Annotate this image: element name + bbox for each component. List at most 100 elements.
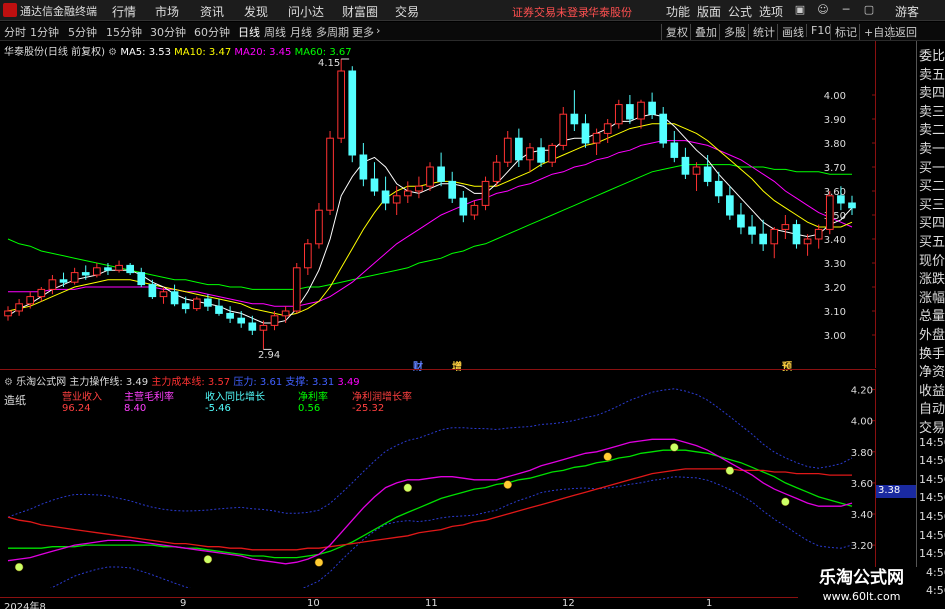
quote-panel[interactable]: 委比 卖五 卖四 卖三 卖二 卖一 买一 买二 买三 买四 买五 现价 涨跌 涨幅 总量 外盘 换手 净资 收益 自动… [916, 41, 945, 609]
netgrowth-block: 净利润增长率 -25.32 [352, 392, 412, 414]
menu-shichang[interactable]: 市场 [155, 3, 179, 20]
candle-body [825, 195, 834, 230]
sub-tick-label: 3.80 [851, 448, 873, 459]
candle-body [381, 190, 390, 204]
quote-panel-item[interactable]: 卖四 [919, 82, 945, 101]
quote-panel-item[interactable]: 买一 [919, 157, 945, 176]
tab-more[interactable]: 更多 [352, 24, 374, 40]
menu-wenxiaoda[interactable]: 问小达 [288, 3, 324, 20]
quote-panel-item[interactable]: 买二 [919, 175, 945, 194]
quote-panel-item[interactable]: 买四 [919, 212, 945, 231]
skin-icon[interactable]: ▣ [792, 2, 808, 18]
candle-body [814, 228, 823, 240]
login-warning[interactable]: 证券交易未登录 [512, 4, 589, 20]
candle-body [626, 104, 634, 120]
menu-jiaoyi[interactable]: 交易 [395, 3, 419, 20]
candle-body [359, 154, 368, 180]
more-arrow-icon[interactable]: › [376, 24, 380, 37]
tab-60min[interactable]: 60分钟 [194, 24, 230, 40]
tool-duogu[interactable]: 多股 [719, 24, 746, 40]
quote-panel-item[interactable]: 涨跌 [919, 268, 945, 287]
quote-panel-item[interactable]: 卖二 [919, 119, 945, 138]
candle-body [726, 195, 734, 216]
quote-panel-item[interactable]: 收益 [919, 380, 945, 399]
quote-panel-item[interactable]: 委比 [919, 45, 945, 64]
sector-label: 造纸 [4, 394, 26, 407]
tool-fuquan[interactable]: 复权 [661, 24, 688, 40]
menu-gongneng[interactable]: 功能 [666, 3, 690, 20]
tool-f10[interactable]: F10 [806, 24, 831, 37]
quote-panel-item[interactable]: 14:56 [919, 529, 945, 542]
quote-panel-item[interactable]: 自动 [919, 398, 945, 417]
formula-gear-icon[interactable]: ⚙ [4, 377, 13, 388]
tab-fenshi[interactable]: 分时 [4, 24, 26, 40]
ma5-legend: MA5: 3.53 [120, 47, 171, 58]
quote-panel-item[interactable]: 14:56 [919, 491, 945, 504]
quote-panel-item[interactable]: 14:56 [919, 454, 945, 467]
menu-hangqing[interactable]: 行情 [112, 3, 136, 20]
tab-1min[interactable]: 1分钟 [30, 24, 59, 40]
candle-body [437, 166, 445, 182]
maximize-icon[interactable]: ▢ [861, 2, 877, 18]
tool-huaxian[interactable]: 画线 [777, 24, 804, 40]
quote-panel-item[interactable]: 交易 [919, 417, 945, 436]
candle-body [15, 303, 23, 312]
quote-panel-item[interactable]: 卖五 [919, 64, 945, 83]
date-tick: 1 [706, 598, 713, 609]
tool-tongji[interactable]: 统计 [748, 24, 775, 40]
tool-back[interactable]: 返回 [890, 24, 917, 40]
menu-banmian[interactable]: 版面 [697, 3, 721, 20]
menu-zixun[interactable]: 资讯 [200, 3, 224, 20]
candle-body [792, 224, 801, 245]
menu-xuanxiang[interactable]: 选项 [759, 3, 783, 20]
price-tick-label: 3.30 [824, 259, 846, 270]
menu-faxian[interactable]: 发现 [244, 3, 268, 20]
quote-panel-item[interactable]: 涨幅 [919, 287, 945, 306]
candlestick-chart[interactable]: 4.003.903.803.703.603.503.403.303.203.10… [0, 41, 876, 368]
sub-tick-label: 4.00 [851, 417, 873, 428]
tab-weekly[interactable]: 周线 [264, 24, 286, 40]
quote-panel-item[interactable]: 14:56 [919, 436, 945, 449]
price-tick-label: 3.90 [824, 115, 846, 126]
quote-panel-item[interactable]: 现价 [919, 250, 945, 269]
quote-panel-item[interactable]: 换手 [919, 343, 945, 362]
menu-caifuquan[interactable]: 财富圈 [342, 3, 378, 20]
quote-panel-item[interactable]: 卖一 [919, 138, 945, 157]
tool-diejia[interactable]: 叠加 [690, 24, 717, 40]
tool-biaoji[interactable]: 标记 [830, 24, 857, 40]
menu-gongshi[interactable]: 公式 [728, 3, 752, 20]
user-icon[interactable]: ☺ [815, 2, 831, 18]
quote-panel-item[interactable]: 卖三 [919, 101, 945, 120]
quote-panel-item[interactable]: 14:56 [919, 473, 945, 486]
quote-panel-item[interactable]: 买五 [919, 231, 945, 250]
settings-icon[interactable]: ⚙ [108, 47, 117, 58]
tab-monthly[interactable]: 月线 [290, 24, 312, 40]
quote-panel-item[interactable]: 14:56 [919, 547, 945, 560]
quote-panel-item[interactable]: 净资 [919, 361, 945, 380]
candle-body [526, 147, 534, 161]
candle-body [292, 267, 301, 312]
price-tick-label: 3.80 [824, 139, 846, 150]
tab-multi-period[interactable]: 多周期 [316, 24, 349, 40]
candle-body [537, 147, 545, 163]
tab-5min[interactable]: 5分钟 [68, 24, 97, 40]
indicator-axis: 4.204.003.803.603.403.203.00 [851, 370, 876, 588]
candle-body [137, 272, 146, 286]
quote-panel-item[interactable]: 14:56 [919, 510, 945, 523]
guest-label[interactable]: 游客 [895, 3, 919, 20]
title-bar: 通达信金融终端 行情 市场 资讯 发现 问小达 财富圈 交易 证券交易未登录 华… [0, 0, 945, 21]
stock-title: 华泰股份 [588, 6, 632, 19]
candle-body [481, 180, 490, 206]
quote-panel-item[interactable]: 买三 [919, 194, 945, 213]
candle-body [737, 214, 745, 228]
candle-body [70, 272, 79, 283]
tab-15min[interactable]: 15分钟 [106, 24, 142, 40]
price-tick-label: 3.70 [824, 163, 846, 174]
tab-daily[interactable]: 日线 [238, 24, 260, 40]
signal-marker [14, 562, 24, 572]
quote-panel-item[interactable]: 总量 [919, 305, 945, 324]
tab-30min[interactable]: 30分钟 [150, 24, 186, 40]
quote-panel-item[interactable]: 外盘 [919, 324, 945, 343]
minimize-icon[interactable]: ─ [838, 2, 854, 18]
signal-marker [781, 497, 790, 507]
